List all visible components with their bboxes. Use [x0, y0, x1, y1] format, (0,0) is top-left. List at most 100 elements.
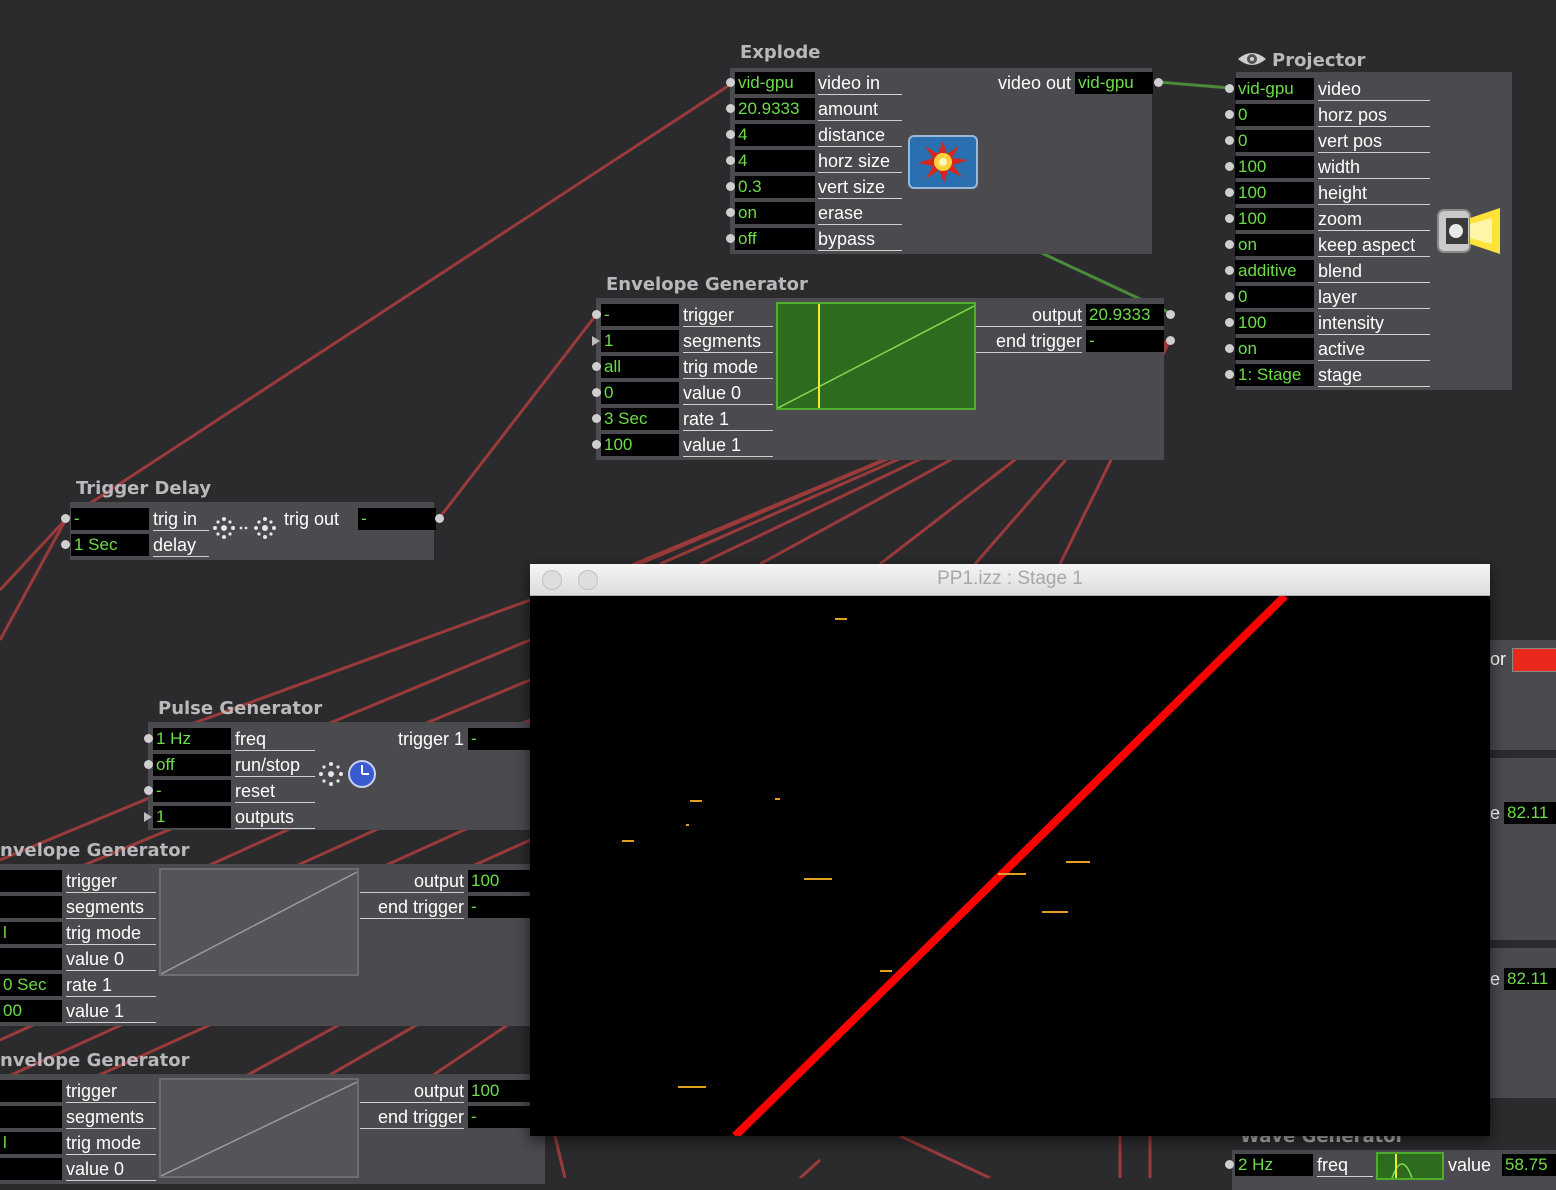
- input-value[interactable]: 1: [601, 330, 679, 352]
- output-port[interactable]: [435, 514, 444, 523]
- input-value[interactable]: 0 Sec: [0, 974, 62, 996]
- input-value[interactable]: 100: [1235, 156, 1314, 178]
- color-swatch[interactable]: [1512, 648, 1556, 672]
- input-value[interactable]: all: [601, 356, 679, 378]
- input-port[interactable]: [726, 208, 735, 217]
- input-port[interactable]: [61, 514, 70, 523]
- input-port[interactable]: [726, 130, 735, 139]
- input-port[interactable]: [726, 104, 735, 113]
- input-port[interactable]: [1225, 344, 1234, 353]
- input-value[interactable]: 0.3: [735, 176, 815, 198]
- output-value[interactable]: -: [468, 896, 530, 918]
- input-port[interactable]: [1225, 110, 1234, 119]
- input-value[interactable]: [0, 1080, 62, 1102]
- input-value[interactable]: [0, 1158, 62, 1180]
- input-port[interactable]: [592, 336, 600, 346]
- input-port[interactable]: [144, 812, 152, 822]
- input-port[interactable]: [1225, 84, 1234, 93]
- output-value[interactable]: 58.75: [1502, 1154, 1556, 1176]
- input-value[interactable]: 0: [1235, 286, 1314, 308]
- input-port[interactable]: [592, 388, 601, 397]
- value-readout[interactable]: 82.11: [1504, 802, 1556, 824]
- input-port[interactable]: [726, 234, 735, 243]
- value-readout[interactable]: 82.11: [1504, 968, 1556, 990]
- input-value[interactable]: 20.9333: [735, 98, 815, 120]
- input-value[interactable]: 1 Hz: [153, 728, 231, 750]
- input-port[interactable]: [726, 182, 735, 191]
- output-label: trig out: [284, 509, 340, 529]
- output-value[interactable]: vid-gpu: [1075, 72, 1153, 94]
- input-value[interactable]: on: [1235, 234, 1314, 256]
- input-value[interactable]: additive: [1235, 260, 1314, 282]
- input-port[interactable]: [1225, 370, 1234, 379]
- output-value[interactable]: 100: [468, 870, 530, 892]
- output-port[interactable]: [1166, 336, 1175, 345]
- output-value[interactable]: -: [468, 1106, 530, 1128]
- input-port[interactable]: [726, 156, 735, 165]
- output-value[interactable]: -: [358, 508, 436, 530]
- input-value[interactable]: off: [735, 228, 815, 250]
- input-value[interactable]: 0: [601, 382, 679, 404]
- input-value[interactable]: 100: [1235, 312, 1314, 334]
- input-value[interactable]: 4: [735, 124, 815, 146]
- input-port[interactable]: [1225, 292, 1234, 301]
- input-value[interactable]: l: [0, 1132, 62, 1154]
- input-value[interactable]: vid-gpu: [1235, 78, 1314, 100]
- input-port[interactable]: [1225, 214, 1234, 223]
- output-value[interactable]: -: [1086, 330, 1164, 352]
- input-value[interactable]: l: [0, 922, 62, 944]
- input-value[interactable]: [0, 896, 62, 918]
- output-value[interactable]: 20.9333: [1086, 304, 1164, 326]
- input-value[interactable]: 100: [1235, 182, 1314, 204]
- projector-light-icon: [1436, 204, 1504, 258]
- input-port[interactable]: [1225, 240, 1234, 249]
- input-port[interactable]: [1225, 318, 1234, 327]
- input-value[interactable]: -: [153, 780, 231, 802]
- input-value[interactable]: vid-gpu: [735, 72, 815, 94]
- actor-title: Explode: [740, 42, 821, 63]
- input-port[interactable]: [1225, 162, 1234, 171]
- input-port[interactable]: [592, 310, 601, 319]
- input-value[interactable]: on: [735, 202, 815, 224]
- input-value[interactable]: [0, 1106, 62, 1128]
- input-port[interactable]: [1225, 1160, 1234, 1169]
- input-value[interactable]: -: [71, 508, 149, 530]
- input-value[interactable]: on: [1235, 338, 1314, 360]
- input-value[interactable]: 4: [735, 150, 815, 172]
- input-value[interactable]: [0, 870, 62, 892]
- input-value[interactable]: 100: [601, 434, 679, 456]
- input-value[interactable]: -: [601, 304, 679, 326]
- output-label: video out: [997, 73, 1071, 93]
- stage-window-titlebar[interactable]: PP1.izz : Stage 1: [530, 564, 1490, 596]
- input-value[interactable]: 3 Sec: [601, 408, 679, 430]
- input-port[interactable]: [592, 440, 601, 449]
- input-value[interactable]: 0: [1235, 104, 1314, 126]
- input-port[interactable]: [1225, 136, 1234, 145]
- input-port[interactable]: [592, 362, 601, 371]
- input-port[interactable]: [726, 78, 735, 87]
- input-value[interactable]: 1: [153, 806, 231, 828]
- output-port[interactable]: [1154, 78, 1163, 87]
- input-port[interactable]: [61, 540, 70, 549]
- input-value[interactable]: 2 Hz: [1235, 1154, 1313, 1176]
- input-value[interactable]: off: [153, 754, 231, 776]
- output-value[interactable]: 100: [468, 1080, 530, 1102]
- input-port[interactable]: [144, 734, 153, 743]
- input-port[interactable]: [144, 760, 153, 769]
- input-value[interactable]: 00: [0, 1000, 62, 1022]
- input-value[interactable]: 100: [1235, 208, 1314, 230]
- input-value[interactable]: 1: Stage: [1235, 364, 1314, 386]
- input-value[interactable]: 1 Sec: [71, 534, 149, 556]
- input-label: height: [1318, 182, 1430, 205]
- input-port[interactable]: [1225, 188, 1234, 197]
- output-label: end trigger: [360, 1106, 464, 1129]
- output-port[interactable]: [1166, 310, 1175, 319]
- input-port[interactable]: [144, 786, 153, 795]
- input-value[interactable]: [0, 948, 62, 970]
- input-port[interactable]: [1225, 266, 1234, 275]
- input-port[interactable]: [592, 414, 601, 423]
- stage-window[interactable]: PP1.izz : Stage 1: [530, 564, 1490, 1136]
- output-value[interactable]: -: [468, 728, 530, 750]
- input-value[interactable]: 0: [1235, 130, 1314, 152]
- orange-fragment: [835, 618, 847, 620]
